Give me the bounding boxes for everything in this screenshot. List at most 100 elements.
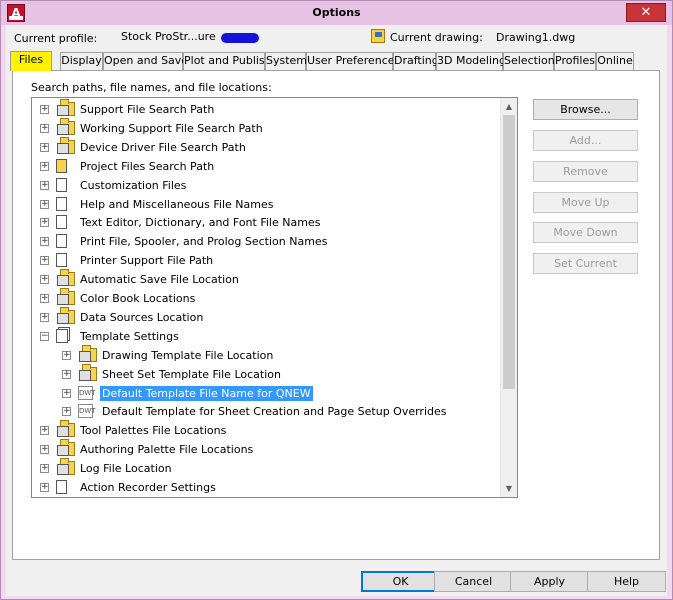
tab-open-and-save[interactable]: Open and Save xyxy=(103,52,188,70)
folder-icon xyxy=(57,306,75,324)
file-icon xyxy=(56,480,67,494)
tree-row[interactable]: + Text Editor, Dictionary, and Font File … xyxy=(32,213,502,232)
folder-icon xyxy=(79,344,97,362)
move-up-button[interactable]: Move Up xyxy=(533,192,638,213)
tree-item-label[interactable]: Customization Files xyxy=(78,178,188,193)
file-locations-tree[interactable]: + Support File Search Path + Working Suppor… xyxy=(31,97,518,498)
tree-row[interactable]: + Print File, Spooler, and Prolog Section… xyxy=(32,232,502,251)
tree-row[interactable]: + Customization Files xyxy=(32,176,502,195)
close-button[interactable]: ✕ xyxy=(626,3,666,22)
expand-icon[interactable]: + xyxy=(40,275,49,285)
tree-row[interactable]: + Action Recorder Settings xyxy=(32,478,502,497)
expand-icon[interactable]: + xyxy=(40,218,49,228)
apply-button[interactable]: Apply xyxy=(510,571,589,592)
expand-icon[interactable]: + xyxy=(40,123,49,133)
tree-item-label[interactable]: Working Support File Search Path xyxy=(78,121,265,136)
collapse-icon[interactable]: − xyxy=(40,331,49,341)
tree-item-label[interactable]: Project Files Search Path xyxy=(78,159,216,174)
tree-item-label[interactable]: Sheet Set Template File Location xyxy=(100,367,283,382)
expand-icon[interactable]: + xyxy=(40,105,49,114)
set-current-button[interactable]: Set Current xyxy=(533,253,638,274)
tree-row[interactable]: + Data Sources Location xyxy=(32,306,502,327)
expand-icon[interactable]: + xyxy=(40,312,49,322)
tree-row[interactable]: + Support File Search Path xyxy=(32,99,502,119)
tree-row[interactable]: + Color Book Locations xyxy=(32,288,502,308)
tree-item-label[interactable]: Action Recorder Settings xyxy=(78,480,218,495)
scroll-down-arrow-icon[interactable]: ▼ xyxy=(501,480,517,497)
scroll-thumb[interactable] xyxy=(503,115,515,389)
scroll-up-arrow-icon[interactable]: ▲ xyxy=(501,98,517,115)
expand-icon[interactable]: + xyxy=(62,388,71,398)
tab-system[interactable]: System xyxy=(265,52,307,70)
file-icon xyxy=(56,215,67,230)
tree-row[interactable]: + Device Driver File Search Path xyxy=(32,136,502,157)
expand-icon[interactable]: + xyxy=(40,464,49,474)
tree-row[interactable]: − Template Settings xyxy=(32,327,502,346)
tree-row[interactable]: + Help and Miscellaneous File Names xyxy=(32,195,502,214)
tree-item-label[interactable]: Authoring Palette File Locations xyxy=(78,442,255,457)
tab-display[interactable]: Display xyxy=(60,52,103,70)
tree-item-label[interactable]: Data Sources Location xyxy=(78,310,205,325)
tree-item-label[interactable]: Help and Miscellaneous File Names xyxy=(78,197,275,212)
tree-row[interactable]: + Log File Location xyxy=(32,458,502,478)
tree-row[interactable]: + Project Files Search Path xyxy=(32,157,502,176)
tab-user-preferences[interactable]: User Preferences xyxy=(306,52,400,70)
expand-icon[interactable]: + xyxy=(62,369,71,379)
tree-item-label[interactable]: Automatic Save File Location xyxy=(78,272,241,287)
tree-item-label[interactable]: Tool Palettes File Locations xyxy=(78,423,228,438)
tree-row[interactable]: + Printer Support File Path xyxy=(32,251,502,270)
tab-online[interactable]: Online xyxy=(596,52,634,70)
expand-icon[interactable]: + xyxy=(40,294,49,303)
tab-profiles[interactable]: Profiles xyxy=(554,52,596,70)
file-icon xyxy=(56,196,67,211)
remove-button[interactable]: Remove xyxy=(533,161,638,182)
expand-icon[interactable]: + xyxy=(40,237,49,247)
expand-icon[interactable]: + xyxy=(40,199,49,209)
tab-selection[interactable]: Selection xyxy=(503,52,555,70)
current-drawing-label: Current drawing: xyxy=(390,31,483,44)
cancel-button[interactable]: Cancel xyxy=(434,571,513,592)
dwt-icon: DWT xyxy=(78,404,96,419)
tree-row[interactable]: + Drawing Template File Location xyxy=(32,344,502,365)
tree-item-label[interactable]: Drawing Template File Location xyxy=(100,348,275,363)
tree-row[interactable]: + Automatic Save File Location xyxy=(32,269,502,289)
file-icon xyxy=(56,234,67,249)
expand-icon[interactable]: + xyxy=(40,445,49,455)
ok-button[interactable]: OK xyxy=(361,571,440,592)
file-yellow-icon xyxy=(56,158,67,173)
add-button[interactable]: Add... xyxy=(533,130,638,151)
tree-item-label[interactable]: Printer Support File Path xyxy=(78,253,215,268)
help-button[interactable]: Help xyxy=(587,571,666,592)
tree-row[interactable]: + Tool Palettes File Locations xyxy=(32,420,502,440)
tab-files[interactable]: Files xyxy=(10,51,52,71)
tree-row[interactable]: + DWT Default Template for Sheet Creation … xyxy=(32,402,502,421)
expand-icon[interactable]: + xyxy=(40,256,49,266)
tree-item-label[interactable]: Device Driver File Search Path xyxy=(78,140,248,155)
tree-item-label[interactable]: Support File Search Path xyxy=(78,102,216,117)
expand-icon[interactable]: + xyxy=(40,483,49,492)
tree-scrollbar[interactable]: ▲ ▼ xyxy=(500,98,517,497)
tab-3d-modeling[interactable]: 3D Modeling xyxy=(436,52,506,70)
tree-row[interactable]: + Authoring Palette File Locations xyxy=(32,439,502,459)
tree-row[interactable]: + DWT Default Template File Name for QNEW xyxy=(32,384,502,403)
tree-row[interactable]: + Working Support File Search Path xyxy=(32,117,502,138)
tree-item-label[interactable]: Default Template for Sheet Creation and … xyxy=(100,404,449,419)
tree-item-label[interactable]: Text Editor, Dictionary, and Font File N… xyxy=(78,215,322,230)
expand-icon[interactable]: + xyxy=(40,161,49,171)
tree-item-label[interactable]: Log File Location xyxy=(78,461,174,476)
expand-icon[interactable]: + xyxy=(40,142,49,152)
expand-icon[interactable]: + xyxy=(40,180,49,190)
browse-button[interactable]: Browse... xyxy=(533,99,638,120)
tree-item-label[interactable]: Default Template File Name for QNEW xyxy=(100,385,313,401)
tree-item-label[interactable]: Print File, Spooler, and Prolog Section … xyxy=(78,234,329,249)
move-down-button[interactable]: Move Down xyxy=(533,222,638,243)
window-title: Options xyxy=(312,6,361,19)
tree-row[interactable]: + Sheet Set Template File Location xyxy=(32,363,502,384)
expand-icon[interactable]: + xyxy=(40,426,49,436)
expand-icon[interactable]: + xyxy=(62,407,71,417)
expand-icon[interactable]: + xyxy=(62,350,71,360)
tree-item-label[interactable]: Template Settings xyxy=(78,329,181,344)
tab-plot-and-publish[interactable]: Plot and Publish xyxy=(183,52,272,70)
tab-drafting[interactable]: Drafting xyxy=(393,52,439,70)
tree-item-label[interactable]: Color Book Locations xyxy=(78,291,197,306)
